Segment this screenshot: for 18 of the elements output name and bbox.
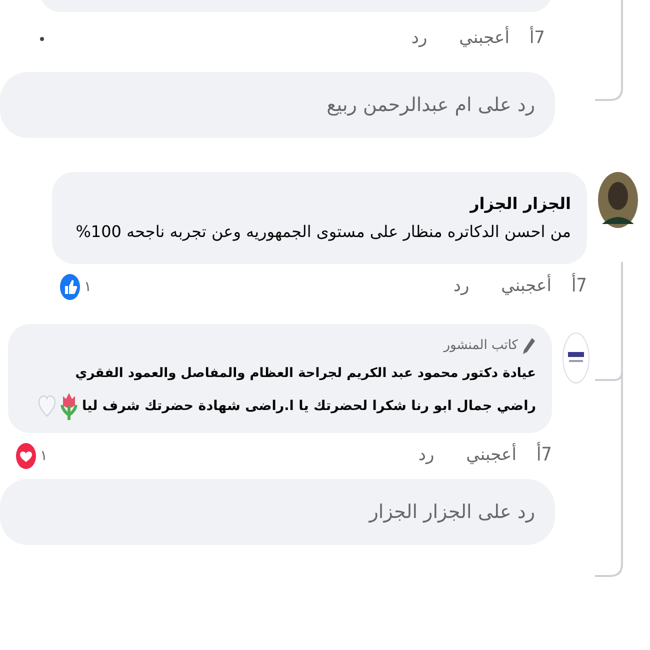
- comment-text: راضي جمال ابو رنا شكرا لحضرتك يا ا.راضى شهادة حضرتك شرف ليا: [82, 396, 536, 416]
- like-link[interactable]: أعجبني: [466, 443, 516, 469]
- like-link[interactable]: أعجبني: [501, 274, 552, 300]
- timestamp[interactable]: 7أ: [571, 272, 587, 302]
- reaction-count: ١: [84, 278, 92, 296]
- reaction-count: ١: [40, 446, 48, 466]
- reply-input-field[interactable]: رد على الجزار الجزار: [0, 479, 555, 545]
- reply-link[interactable]: رد: [411, 26, 428, 52]
- reply-input-field[interactable]: رد على ام عبدالرحمن ربيع: [0, 72, 555, 138]
- reply-link[interactable]: رد: [453, 274, 470, 300]
- reply-link[interactable]: رد: [418, 443, 434, 469]
- author-label: كاتب المنشور: [444, 337, 518, 355]
- author-name[interactable]: عيادة دكتور محمود عبد الكريم لجراحة العظام والمفاصل والعمود الفقري: [24, 364, 536, 383]
- comment-text: من احسن الدكاتره منظار على مستوى الجمهوريه وعن تجربه ناجحه 100%: [74, 221, 571, 243]
- like-link[interactable]: أعجبني: [459, 26, 510, 52]
- author-name[interactable]: الجزار الجزار: [68, 192, 571, 216]
- timestamp[interactable]: 7أ: [536, 442, 552, 470]
- timestamp[interactable]: 7أ: [529, 26, 545, 52]
